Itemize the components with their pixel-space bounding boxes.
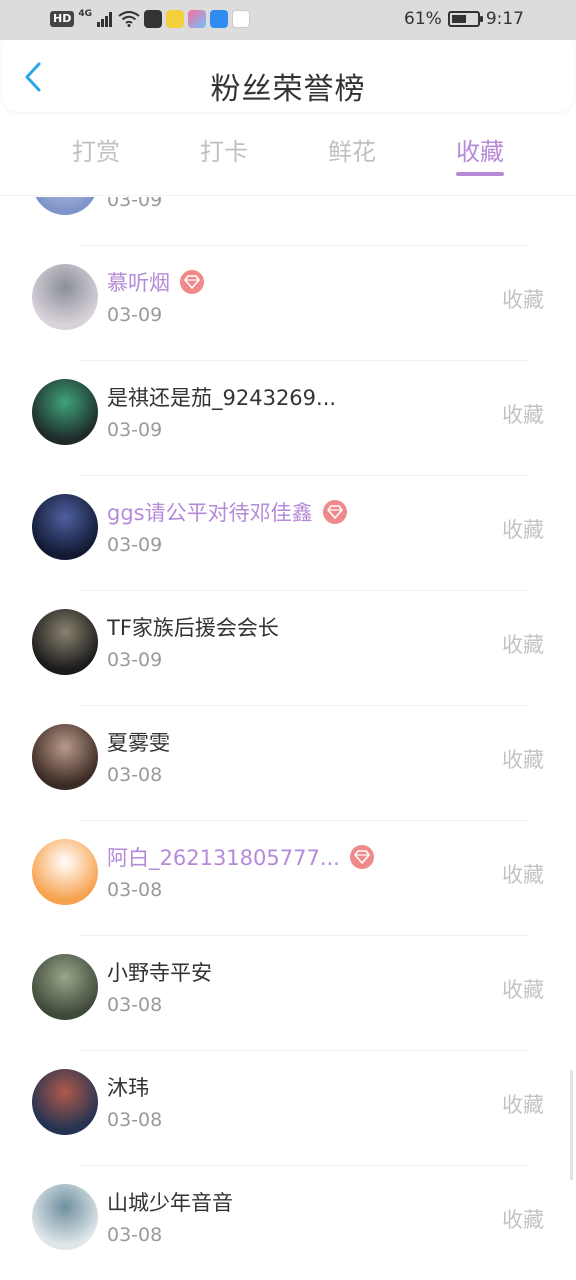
fan-name[interactable]: 是祺还是茄_9243269... bbox=[107, 382, 336, 412]
clock: 9:17 bbox=[485, 9, 524, 29]
fan-name[interactable]: TF家族后援会会长 bbox=[107, 612, 279, 642]
fan-row[interactable]: 慕听烟 03-09 收藏 bbox=[0, 246, 576, 361]
action-label: 收藏 bbox=[502, 978, 544, 1002]
fan-name[interactable]: 阿白_262131805777... bbox=[107, 842, 340, 872]
fan-row[interactable]: 是祺还是茄_9243269... 03-09 收藏 bbox=[0, 361, 576, 476]
avatar[interactable] bbox=[32, 264, 98, 330]
wifi-icon bbox=[118, 11, 140, 27]
fan-row[interactable]: TF家族后援会会长 03-09 收藏 bbox=[0, 591, 576, 706]
name-line: 沐玮 bbox=[107, 1073, 149, 1101]
tab-flowers[interactable]: 鲜花 bbox=[288, 112, 416, 196]
avatar[interactable] bbox=[32, 839, 98, 905]
name-line: 小野寺平安 bbox=[107, 958, 212, 986]
fan-name[interactable]: 小野寺平安 bbox=[107, 957, 212, 987]
cloud-icon bbox=[210, 10, 228, 28]
action-label: 收藏 bbox=[502, 1208, 544, 1232]
fan-date: 03-08 bbox=[107, 1224, 163, 1246]
tab-label: 打卡 bbox=[200, 138, 248, 166]
tab-checkin[interactable]: 打卡 bbox=[160, 112, 288, 196]
qq-icon bbox=[232, 10, 250, 28]
action-label: 收藏 bbox=[502, 633, 544, 657]
name-line: 慕听烟 bbox=[107, 268, 204, 296]
fan-date: 03-09 bbox=[107, 304, 163, 326]
app-notification-icon bbox=[144, 10, 162, 28]
fan-date: 03-09 bbox=[107, 197, 163, 211]
fan-name[interactable]: ggs请公平对待邓佳鑫 bbox=[107, 497, 313, 527]
fan-date: 03-09 bbox=[107, 419, 163, 441]
fan-date: 03-08 bbox=[107, 1109, 163, 1131]
name-line: 是祺还是茄_9243269... bbox=[107, 383, 336, 411]
action-label: 收藏 bbox=[502, 1093, 544, 1117]
fan-date: 03-08 bbox=[107, 879, 163, 901]
fan-date: 03-08 bbox=[107, 994, 163, 1016]
tab-collect[interactable]: 收藏 bbox=[416, 112, 544, 196]
app-notification-icon bbox=[166, 10, 184, 28]
tab-label: 打赏 bbox=[72, 138, 120, 166]
tab-label: 收藏 bbox=[456, 138, 504, 166]
status-left-icons: HD 4G bbox=[50, 8, 250, 30]
avatar[interactable] bbox=[32, 197, 98, 215]
fan-name[interactable]: 沐玮 bbox=[107, 1072, 149, 1102]
fan-row[interactable]: 阿白_262131805777... 03-08 收藏 bbox=[0, 821, 576, 936]
fan-row[interactable]: 沐玮 03-08 收藏 bbox=[0, 1051, 576, 1166]
avatar[interactable] bbox=[32, 379, 98, 445]
avatar[interactable] bbox=[32, 724, 98, 790]
tab-reward[interactable]: 打赏 bbox=[32, 112, 160, 196]
avatar[interactable] bbox=[32, 1069, 98, 1135]
action-label: 收藏 bbox=[502, 748, 544, 772]
action-label: 收藏 bbox=[502, 518, 544, 542]
fan-name[interactable]: 山城少年音音 bbox=[107, 1187, 233, 1217]
fan-list[interactable]: 03-09 慕听烟 03-09 收藏 是祺还是茄_9243269... 03-09 收藏 gg… bbox=[0, 197, 576, 1280]
name-line: ggs请公平对待邓佳鑫 bbox=[107, 498, 347, 526]
name-line: 阿白_262131805777... bbox=[107, 843, 374, 871]
diamond-icon bbox=[349, 845, 374, 869]
action-label: 收藏 bbox=[502, 288, 544, 312]
battery-icon bbox=[447, 11, 483, 27]
status-bar: HD 4G 61% 9:17 bbox=[0, 0, 576, 40]
active-tab-indicator bbox=[456, 172, 504, 176]
fan-name[interactable]: 慕听烟 bbox=[107, 267, 170, 297]
page-title: 粉丝荣誉榜 bbox=[210, 72, 366, 107]
action-label: 收藏 bbox=[502, 403, 544, 427]
tab-label: 鲜花 bbox=[328, 138, 376, 166]
network-label: 4G bbox=[78, 9, 92, 19]
fan-row[interactable]: 夏雾雯 03-08 收藏 bbox=[0, 706, 576, 821]
fan-name[interactable]: 夏雾雯 bbox=[107, 727, 170, 757]
diamond-icon bbox=[322, 500, 347, 524]
app-notification-icon bbox=[188, 10, 206, 28]
avatar[interactable] bbox=[32, 609, 98, 675]
fan-row[interactable]: ggs请公平对待邓佳鑫 03-09 收藏 bbox=[0, 476, 576, 591]
status-right: 61% 9:17 bbox=[404, 8, 524, 30]
fan-row[interactable]: 小野寺平安 03-08 收藏 bbox=[0, 936, 576, 1051]
avatar[interactable] bbox=[32, 954, 98, 1020]
hd-icon: HD bbox=[50, 11, 75, 27]
name-line: 夏雾雯 bbox=[107, 728, 170, 756]
tab-bar: 打赏 打卡 鲜花 收藏 bbox=[0, 112, 576, 196]
scrollbar[interactable] bbox=[570, 1070, 573, 1180]
fan-date: 03-09 bbox=[107, 649, 163, 671]
header: 粉丝荣誉榜 bbox=[2, 40, 574, 112]
fan-date: 03-08 bbox=[107, 764, 163, 786]
action-label: 收藏 bbox=[502, 863, 544, 887]
name-line: TF家族后援会会长 bbox=[107, 613, 279, 641]
fan-row[interactable]: 山城少年音音 03-08 收藏 bbox=[0, 1166, 576, 1280]
avatar[interactable] bbox=[32, 1184, 98, 1250]
battery-percent: 61% bbox=[404, 9, 442, 29]
fan-row[interactable]: 03-09 bbox=[0, 197, 576, 246]
diamond-icon bbox=[180, 270, 204, 294]
fan-date: 03-09 bbox=[107, 534, 163, 556]
name-line: 山城少年音音 bbox=[107, 1188, 233, 1216]
avatar[interactable] bbox=[32, 494, 98, 560]
signal-icon bbox=[97, 12, 112, 27]
